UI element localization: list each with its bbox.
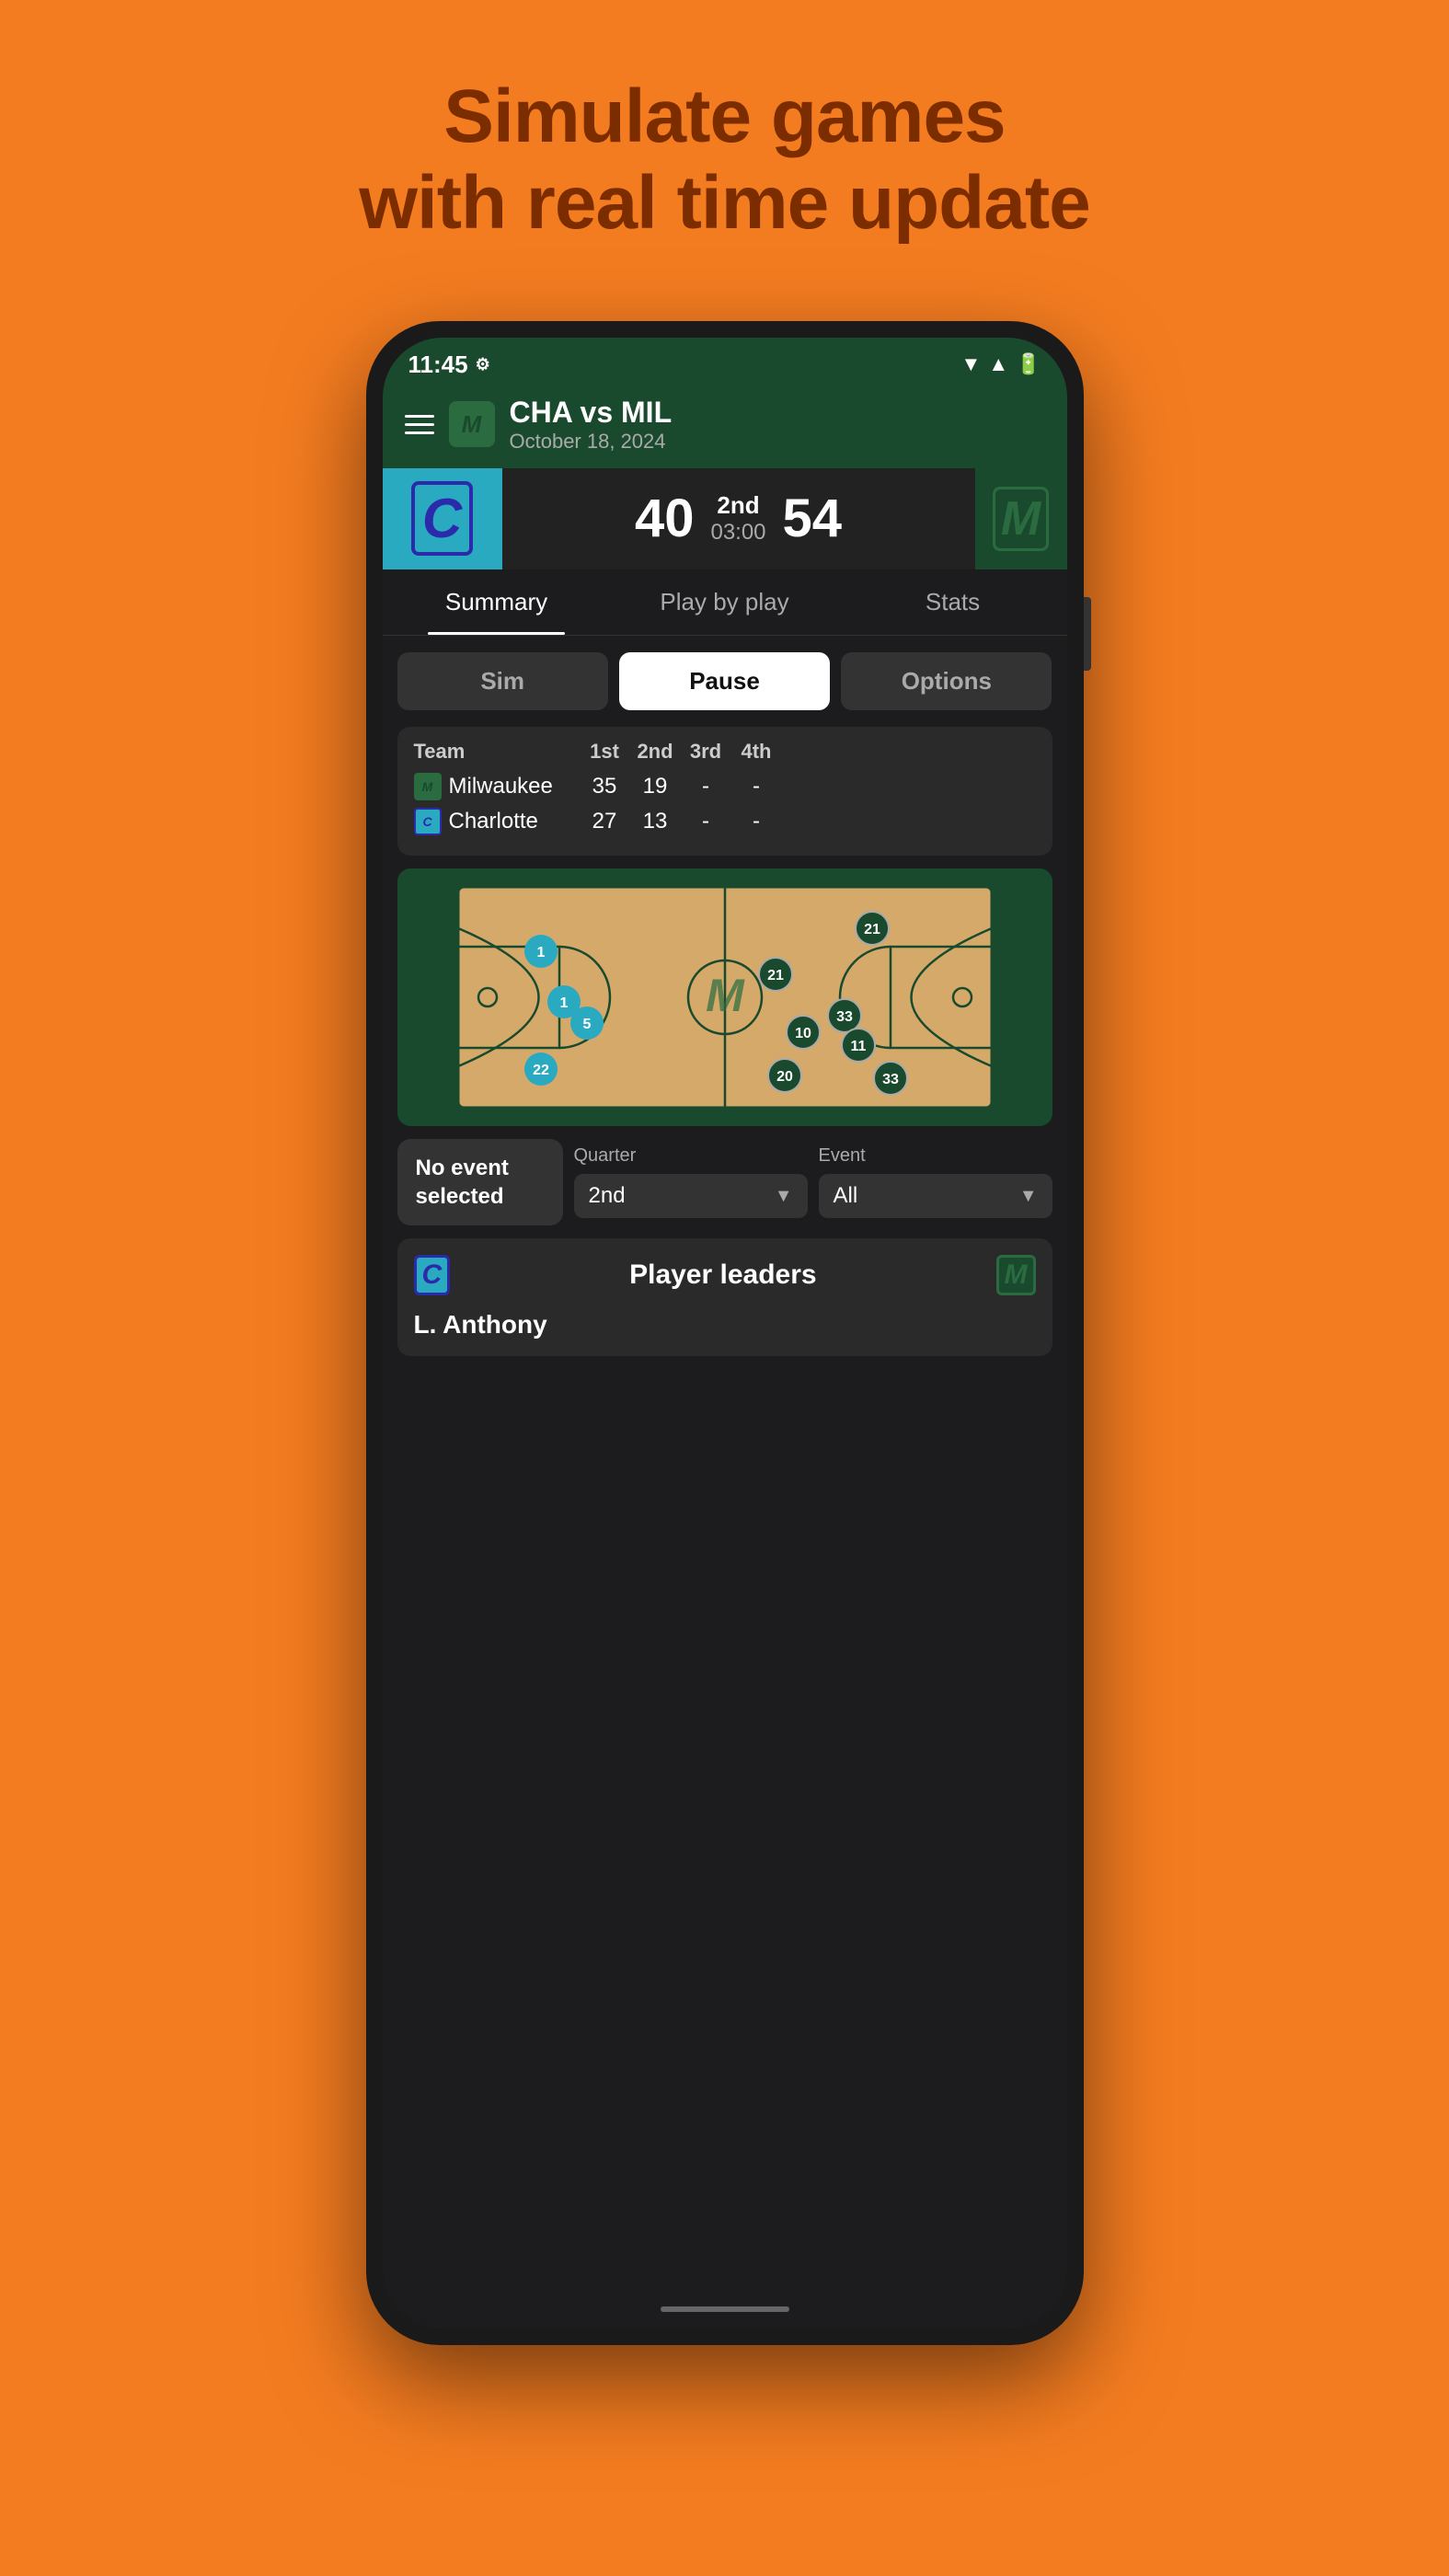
event-arrow: ▼	[1019, 1186, 1038, 1207]
svg-text:21: 21	[864, 922, 880, 937]
svg-text:33: 33	[882, 1072, 899, 1087]
quarter-filter: Quarter 2nd ▼	[574, 1145, 808, 1218]
sim-button[interactable]: Sim	[397, 652, 608, 710]
signal-icon: ▲	[988, 352, 1008, 376]
tab-stats[interactable]: Stats	[839, 569, 1067, 635]
svg-text:20: 20	[776, 1069, 793, 1085]
match-date: October 18, 2024	[510, 430, 673, 454]
pause-button[interactable]: Pause	[619, 652, 830, 710]
status-time: 11:45 ⚙	[408, 351, 490, 379]
header-team-logo: M	[449, 401, 495, 447]
player-name: L. Anthony	[414, 1310, 1036, 1340]
team-b-logo: M	[975, 468, 1067, 569]
team-a-score: 40	[635, 488, 695, 549]
score-middle: 40 2nd 03:00 54	[502, 468, 975, 569]
quarter-select[interactable]: 2nd ▼	[574, 1174, 808, 1218]
event-selector: No event selected Quarter 2nd ▼ Event Al…	[383, 1139, 1067, 1238]
team-a-logo: C	[383, 468, 502, 569]
home-bar	[661, 2306, 789, 2312]
status-bar: 11:45 ⚙ ▼ ▲ 🔋	[383, 338, 1067, 386]
svg-text:10: 10	[795, 1026, 811, 1041]
svg-text:1: 1	[559, 995, 568, 1011]
leaders-mil-logo: M	[996, 1255, 1036, 1295]
svg-text:1: 1	[536, 945, 545, 960]
page-title: Simulate games with real time update	[359, 74, 1090, 247]
quarter-label: Quarter	[574, 1145, 808, 1167]
score-quarter: 2nd	[710, 491, 765, 520]
basketball-court: M 1 1 5 22 21 21	[397, 868, 1052, 1126]
leaders-header: C Player leaders M	[414, 1255, 1036, 1295]
phone-screen: 11:45 ⚙ ▼ ▲ 🔋 M CHA vs MIL October 18, 2…	[383, 338, 1067, 2329]
score-center: 2nd 03:00	[710, 491, 765, 546]
options-button[interactable]: Options	[841, 652, 1052, 710]
quarter-arrow: ▼	[775, 1186, 793, 1207]
tab-play-by-play[interactable]: Play by play	[611, 569, 839, 635]
match-title: CHA vs MIL	[510, 396, 673, 430]
app-header: M CHA vs MIL October 18, 2024	[383, 386, 1067, 468]
controls-row: Sim Pause Options	[383, 636, 1067, 727]
gear-icon: ⚙	[476, 355, 490, 374]
cha-logo: C	[414, 808, 442, 835]
tabs-bar: Summary Play by play Stats	[383, 569, 1067, 636]
tab-summary[interactable]: Summary	[383, 569, 611, 635]
match-info: CHA vs MIL October 18, 2024	[510, 396, 673, 454]
phone-mockup: 11:45 ⚙ ▼ ▲ 🔋 M CHA vs MIL October 18, 2…	[366, 321, 1084, 2345]
status-icons: ▼ ▲ 🔋	[961, 352, 1041, 376]
table-row: M Milwaukee 35 19 - -	[414, 773, 1036, 800]
svg-text:5: 5	[582, 1017, 591, 1032]
svg-text:33: 33	[836, 1009, 853, 1025]
svg-text:11: 11	[850, 1039, 866, 1054]
menu-button[interactable]	[405, 415, 434, 434]
battery-icon: 🔋	[1016, 352, 1041, 376]
team-b-score: 54	[783, 488, 843, 549]
home-indicator	[383, 2297, 1067, 2329]
event-select[interactable]: All ▼	[819, 1174, 1052, 1218]
event-label: Event	[819, 1145, 1052, 1167]
score-time: 03:00	[710, 520, 765, 546]
score-table-header: Team 1st 2nd 3rd 4th	[414, 740, 1036, 764]
svg-text:21: 21	[767, 968, 784, 983]
table-row: C Charlotte 27 13 - -	[414, 808, 1036, 835]
score-table: Team 1st 2nd 3rd 4th M Milwaukee 35 19 -…	[397, 727, 1052, 856]
no-event-box: No event selected	[397, 1139, 563, 1225]
team-a-letter: C	[411, 481, 473, 556]
leaders-title: Player leaders	[450, 1259, 995, 1291]
event-filter: Event All ▼	[819, 1145, 1052, 1218]
player-leaders: C Player leaders M L. Anthony	[397, 1238, 1052, 1356]
mil-logo: M	[414, 773, 442, 800]
wifi-icon: ▼	[961, 352, 982, 376]
team-b-letter: M	[993, 487, 1049, 551]
score-area: C 40 2nd 03:00 54 M	[383, 468, 1067, 569]
svg-text:22: 22	[533, 1063, 549, 1078]
no-event-text: No event selected	[416, 1154, 545, 1211]
leaders-cha-logo: C	[414, 1255, 451, 1295]
svg-text:M: M	[706, 970, 745, 1021]
